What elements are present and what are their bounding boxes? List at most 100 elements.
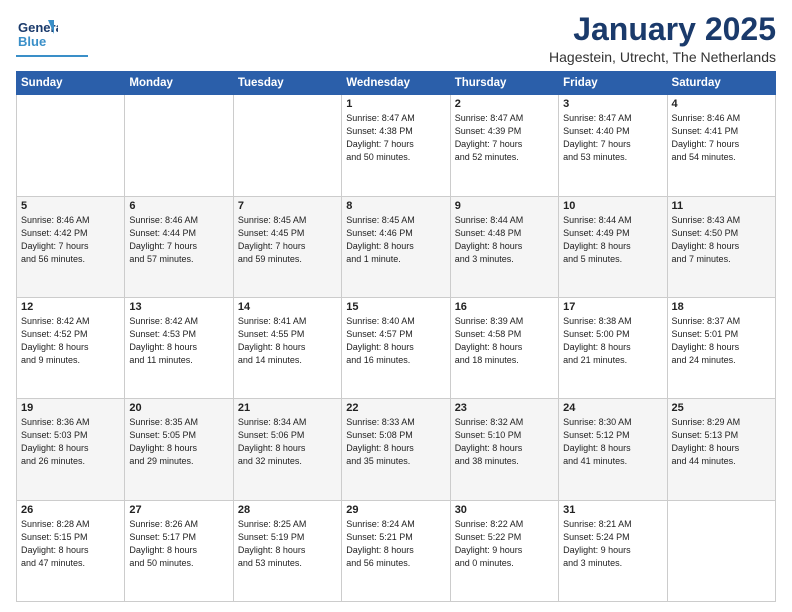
calendar-week-row: 19 Sunrise: 8:36 AM Sunset: 5:03 PM Dayli… — [17, 399, 776, 500]
day-number: 18 — [672, 301, 771, 313]
day-number: 5 — [21, 200, 120, 212]
day-number: 20 — [129, 402, 228, 414]
day-info: Sunrise: 8:32 AM Sunset: 5:10 PM Dayligh… — [455, 416, 554, 468]
table-row: 24 Sunrise: 8:30 AM Sunset: 5:12 PM Dayli… — [559, 399, 667, 500]
table-row — [233, 95, 341, 196]
day-info: Sunrise: 8:28 AM Sunset: 5:15 PM Dayligh… — [21, 518, 120, 570]
location: Hagestein, Utrecht, The Netherlands — [549, 49, 776, 65]
table-row: 25Sunrise: 8:29 AM Sunset: 5:13 PM Dayli… — [667, 399, 775, 500]
table-row: 4Sunrise: 8:46 AM Sunset: 4:41 PM Daylig… — [667, 95, 775, 196]
day-number: 16 — [455, 301, 554, 313]
day-info: Sunrise: 8:37 AM Sunset: 5:01 PM Dayligh… — [672, 315, 771, 367]
day-info: Sunrise: 8:30 AM Sunset: 5:12 PM Dayligh… — [563, 416, 662, 468]
table-row: 17 Sunrise: 8:38 AM Sunset: 5:00 PM Dayli… — [559, 297, 667, 398]
day-info: Sunrise: 8:44 AM Sunset: 4:49 PM Dayligh… — [563, 214, 662, 266]
day-info: Sunrise: 8:21 AM Sunset: 5:24 PM Dayligh… — [563, 518, 662, 570]
day-number: 17 — [563, 301, 662, 313]
table-row: 8Sunrise: 8:45 AM Sunset: 4:46 PM Daylig… — [342, 196, 450, 297]
day-info: Sunrise: 8:45 AM Sunset: 4:45 PM Dayligh… — [238, 214, 337, 266]
day-number: 15 — [346, 301, 445, 313]
day-info: Sunrise: 8:34 AM Sunset: 5:06 PM Dayligh… — [238, 416, 337, 468]
table-row: 27Sunrise: 8:26 AM Sunset: 5:17 PM Dayli… — [125, 500, 233, 601]
table-row: 28 Sunrise: 8:25 AM Sunset: 5:19 PM Dayli… — [233, 500, 341, 601]
col-friday: Friday — [559, 72, 667, 95]
header: General Blue January 2025 Hagestein, Utr… — [16, 12, 776, 65]
day-number: 11 — [672, 200, 771, 212]
table-row: 21 Sunrise: 8:34 AM Sunset: 5:06 PM Dayli… — [233, 399, 341, 500]
day-info: Sunrise: 8:39 AM Sunset: 4:58 PM Dayligh… — [455, 315, 554, 367]
table-row: 5 Sunrise: 8:46 AM Sunset: 4:42 PM Daylig… — [17, 196, 125, 297]
table-row — [17, 95, 125, 196]
day-info: Sunrise: 8:42 AM Sunset: 4:52 PM Dayligh… — [21, 315, 120, 367]
day-info: Sunrise: 8:47 AM Sunset: 4:39 PM Dayligh… — [455, 112, 554, 164]
table-row — [125, 95, 233, 196]
col-monday: Monday — [125, 72, 233, 95]
svg-text:Blue: Blue — [18, 34, 46, 49]
day-number: 27 — [129, 504, 228, 516]
table-row: 30 Sunrise: 8:22 AM Sunset: 5:22 PM Dayli… — [450, 500, 558, 601]
day-number: 30 — [455, 504, 554, 516]
table-row: 9 Sunrise: 8:44 AM Sunset: 4:48 PM Daylig… — [450, 196, 558, 297]
day-info: Sunrise: 8:47 AM Sunset: 4:40 PM Dayligh… — [563, 112, 662, 164]
day-number: 9 — [455, 200, 554, 212]
day-number: 4 — [672, 98, 771, 110]
day-info: Sunrise: 8:46 AM Sunset: 4:42 PM Dayligh… — [21, 214, 120, 266]
table-row: 2Sunrise: 8:47 AM Sunset: 4:39 PM Daylig… — [450, 95, 558, 196]
day-info: Sunrise: 8:41 AM Sunset: 4:55 PM Dayligh… — [238, 315, 337, 367]
day-info: Sunrise: 8:25 AM Sunset: 5:19 PM Dayligh… — [238, 518, 337, 570]
table-row: 29 Sunrise: 8:24 AM Sunset: 5:21 PM Dayli… — [342, 500, 450, 601]
table-row: 12 Sunrise: 8:42 AM Sunset: 4:52 PM Dayli… — [17, 297, 125, 398]
day-info: Sunrise: 8:46 AM Sunset: 4:44 PM Dayligh… — [129, 214, 228, 266]
month-title: January 2025 — [549, 12, 776, 47]
table-row: 10Sunrise: 8:44 AM Sunset: 4:49 PM Dayli… — [559, 196, 667, 297]
table-row: 15 Sunrise: 8:40 AM Sunset: 4:57 PM Dayli… — [342, 297, 450, 398]
table-row: 16 Sunrise: 8:39 AM Sunset: 4:58 PM Dayli… — [450, 297, 558, 398]
table-row: 19 Sunrise: 8:36 AM Sunset: 5:03 PM Dayli… — [17, 399, 125, 500]
day-info: Sunrise: 8:47 AM Sunset: 4:38 PM Dayligh… — [346, 112, 445, 164]
table-row: 3 Sunrise: 8:47 AM Sunset: 4:40 PM Daylig… — [559, 95, 667, 196]
calendar-week-row: 12 Sunrise: 8:42 AM Sunset: 4:52 PM Dayli… — [17, 297, 776, 398]
day-info: Sunrise: 8:36 AM Sunset: 5:03 PM Dayligh… — [21, 416, 120, 468]
day-info: Sunrise: 8:40 AM Sunset: 4:57 PM Dayligh… — [346, 315, 445, 367]
day-number: 21 — [238, 402, 337, 414]
day-number: 1 — [346, 98, 445, 110]
page: General Blue January 2025 Hagestein, Utr… — [0, 0, 792, 612]
day-number: 6 — [129, 200, 228, 212]
col-thursday: Thursday — [450, 72, 558, 95]
table-row: 1 Sunrise: 8:47 AM Sunset: 4:38 PM Daylig… — [342, 95, 450, 196]
day-info: Sunrise: 8:24 AM Sunset: 5:21 PM Dayligh… — [346, 518, 445, 570]
day-info: Sunrise: 8:35 AM Sunset: 5:05 PM Dayligh… — [129, 416, 228, 468]
day-number: 19 — [21, 402, 120, 414]
day-number: 22 — [346, 402, 445, 414]
day-number: 26 — [21, 504, 120, 516]
day-number: 12 — [21, 301, 120, 313]
day-number: 29 — [346, 504, 445, 516]
table-row: 6 Sunrise: 8:46 AM Sunset: 4:44 PM Daylig… — [125, 196, 233, 297]
table-row: 20 Sunrise: 8:35 AM Sunset: 5:05 PM Dayli… — [125, 399, 233, 500]
day-number: 7 — [238, 200, 337, 212]
day-number: 25 — [672, 402, 771, 414]
logo-underline — [16, 55, 88, 57]
day-number: 14 — [238, 301, 337, 313]
day-number: 31 — [563, 504, 662, 516]
day-info: Sunrise: 8:43 AM Sunset: 4:50 PM Dayligh… — [672, 214, 771, 266]
day-info: Sunrise: 8:42 AM Sunset: 4:53 PM Dayligh… — [129, 315, 228, 367]
calendar-week-row: 5 Sunrise: 8:46 AM Sunset: 4:42 PM Daylig… — [17, 196, 776, 297]
day-number: 28 — [238, 504, 337, 516]
table-row: 13 Sunrise: 8:42 AM Sunset: 4:53 PM Dayli… — [125, 297, 233, 398]
day-info: Sunrise: 8:22 AM Sunset: 5:22 PM Dayligh… — [455, 518, 554, 570]
table-row: 23Sunrise: 8:32 AM Sunset: 5:10 PM Dayli… — [450, 399, 558, 500]
table-row: 31 Sunrise: 8:21 AM Sunset: 5:24 PM Dayli… — [559, 500, 667, 601]
col-tuesday: Tuesday — [233, 72, 341, 95]
day-number: 24 — [563, 402, 662, 414]
logo-icon: General Blue — [16, 12, 58, 54]
day-number: 3 — [563, 98, 662, 110]
table-row: 26 Sunrise: 8:28 AM Sunset: 5:15 PM Dayli… — [17, 500, 125, 601]
day-info: Sunrise: 8:44 AM Sunset: 4:48 PM Dayligh… — [455, 214, 554, 266]
day-number: 13 — [129, 301, 228, 313]
table-row: 11 Sunrise: 8:43 AM Sunset: 4:50 PM Dayli… — [667, 196, 775, 297]
calendar-table: Sunday Monday Tuesday Wednesday Thursday… — [16, 71, 776, 602]
day-info: Sunrise: 8:38 AM Sunset: 5:00 PM Dayligh… — [563, 315, 662, 367]
table-row — [667, 500, 775, 601]
table-row: 22Sunrise: 8:33 AM Sunset: 5:08 PM Dayli… — [342, 399, 450, 500]
